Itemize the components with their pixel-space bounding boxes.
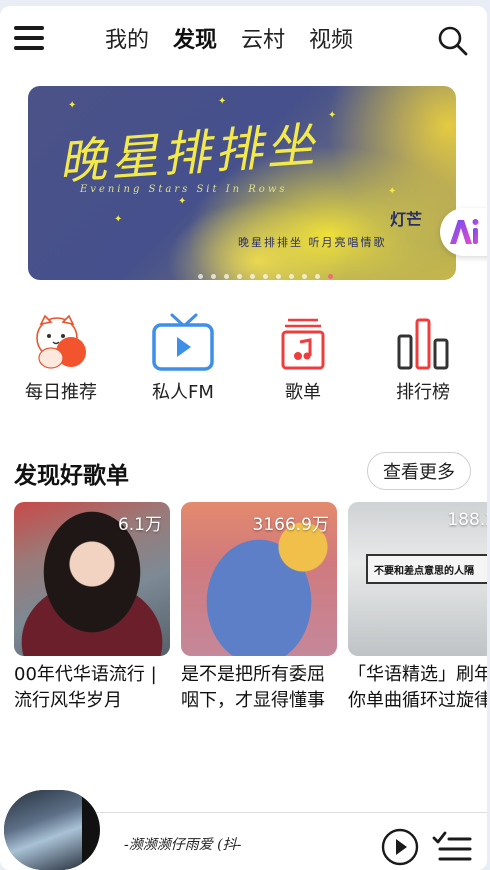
app-frame: 我的 发现 云村 视频 ✦ ✦ ✦ ✦ ✦ ✦ 晚星排排坐 Evening St… (0, 6, 487, 870)
carousel-dot[interactable] (263, 274, 268, 279)
carousel-dot[interactable] (276, 274, 281, 279)
star-decoration: ✦ (178, 196, 187, 207)
album-art (4, 790, 82, 870)
playlist-title: 00年代华语流行 | 流行风华岁月 (14, 664, 157, 711)
tv-play-icon (151, 312, 215, 374)
star-decoration: ✦ (328, 110, 337, 121)
carousel-dot[interactable] (328, 274, 333, 279)
entry-ranking[interactable]: 排行榜 (373, 312, 473, 404)
carousel-dot[interactable] (224, 274, 229, 279)
playlist-card[interactable]: 6.1万 00年代华语流行 | 流行风华岁月 (14, 502, 170, 714)
playlist-card[interactable]: 188.2 不要和差点意思的人隔 「华语精选」刷年你单曲循环过旋律 (348, 502, 487, 714)
tab-discover[interactable]: 发现 (173, 26, 217, 56)
playlist-cover: 3166.9万 (181, 502, 337, 656)
entry-label: 歌单 (285, 382, 321, 403)
play-count: 6.1万 (117, 515, 162, 535)
view-more-button[interactable]: 查看更多 (367, 452, 471, 490)
carousel-dot[interactable] (211, 274, 216, 279)
playlist-cover: 188.2 不要和差点意思的人隔 (348, 502, 487, 656)
entry-daily-recommend[interactable]: 每日推荐 (11, 312, 111, 404)
banner-brand: 灯芒 (390, 210, 423, 229)
cover-sign-text: 不要和差点意思的人隔 (366, 554, 487, 584)
album-disc[interactable] (4, 790, 100, 870)
search-icon[interactable] (436, 24, 470, 58)
mini-player[interactable]: -濒濒濒仔雨爱 (抖- (0, 782, 487, 870)
play-count: 3166.9万 (252, 515, 329, 535)
play-icon[interactable] (381, 828, 419, 866)
entry-playlist[interactable]: 歌单 (253, 312, 353, 404)
playlist-title: 是不是把所有委屈咽下，才显得懂事 (181, 664, 325, 711)
banner-title: 晚星排排坐 (56, 116, 321, 191)
playlist-queue-icon[interactable] (432, 830, 472, 864)
banner-carousel[interactable]: ✦ ✦ ✦ ✦ ✦ ✦ 晚星排排坐 Evening Stars Sit In R… (28, 86, 456, 280)
entry-label: 排行榜 (396, 382, 450, 403)
tab-video[interactable]: 视频 (309, 26, 353, 56)
music-note-icon (271, 312, 335, 374)
star-decoration: ✦ (68, 100, 77, 111)
carousel-dot[interactable] (289, 274, 294, 279)
song-title: -濒濒濒仔雨爱 (抖- (124, 837, 242, 853)
section-title: 发现好歌单 (14, 463, 129, 489)
banner-subtitle: Evening Stars Sit In Rows (80, 184, 288, 195)
ai-assistant-button[interactable] (440, 208, 487, 256)
playlist-card[interactable]: 3166.9万 是不是把所有委屈咽下，才显得懂事 (181, 502, 337, 714)
carousel-dot[interactable] (237, 274, 242, 279)
tab-village[interactable]: 云村 (241, 26, 285, 56)
ai-icon (450, 219, 479, 244)
star-decoration: ✦ (114, 214, 123, 225)
menu-icon[interactable] (14, 26, 46, 52)
entry-private-fm[interactable]: 私人FM (133, 312, 233, 404)
ranking-bars-icon (391, 312, 455, 374)
tab-mine[interactable]: 我的 (105, 26, 149, 56)
top-bar: 我的 发现 云村 视频 (0, 6, 487, 78)
carousel-dot[interactable] (315, 274, 320, 279)
carousel-dots (198, 274, 333, 279)
carousel-dot[interactable] (198, 274, 203, 279)
quick-entries: 每日推荐 私人FM 歌单 排行榜 (0, 312, 487, 412)
top-tabs: 我的 发现 云村 视频 (105, 26, 353, 56)
playlist-title: 「华语精选」刷年你单曲循环过旋律 (348, 664, 487, 711)
star-decoration: ✦ (388, 186, 397, 197)
entry-label: 私人FM (152, 382, 214, 403)
carousel-dot[interactable] (302, 274, 307, 279)
playlist-cover: 6.1万 (14, 502, 170, 656)
lucky-cat-icon (29, 312, 93, 374)
play-count: 188.2 (447, 510, 487, 530)
carousel-dot[interactable] (250, 274, 255, 279)
entry-label: 每日推荐 (25, 382, 97, 403)
banner-slogan: 晚星排排坐 听月亮唱情歌 (238, 236, 387, 249)
star-decoration: ✦ (218, 96, 227, 107)
player-bar (40, 812, 487, 870)
